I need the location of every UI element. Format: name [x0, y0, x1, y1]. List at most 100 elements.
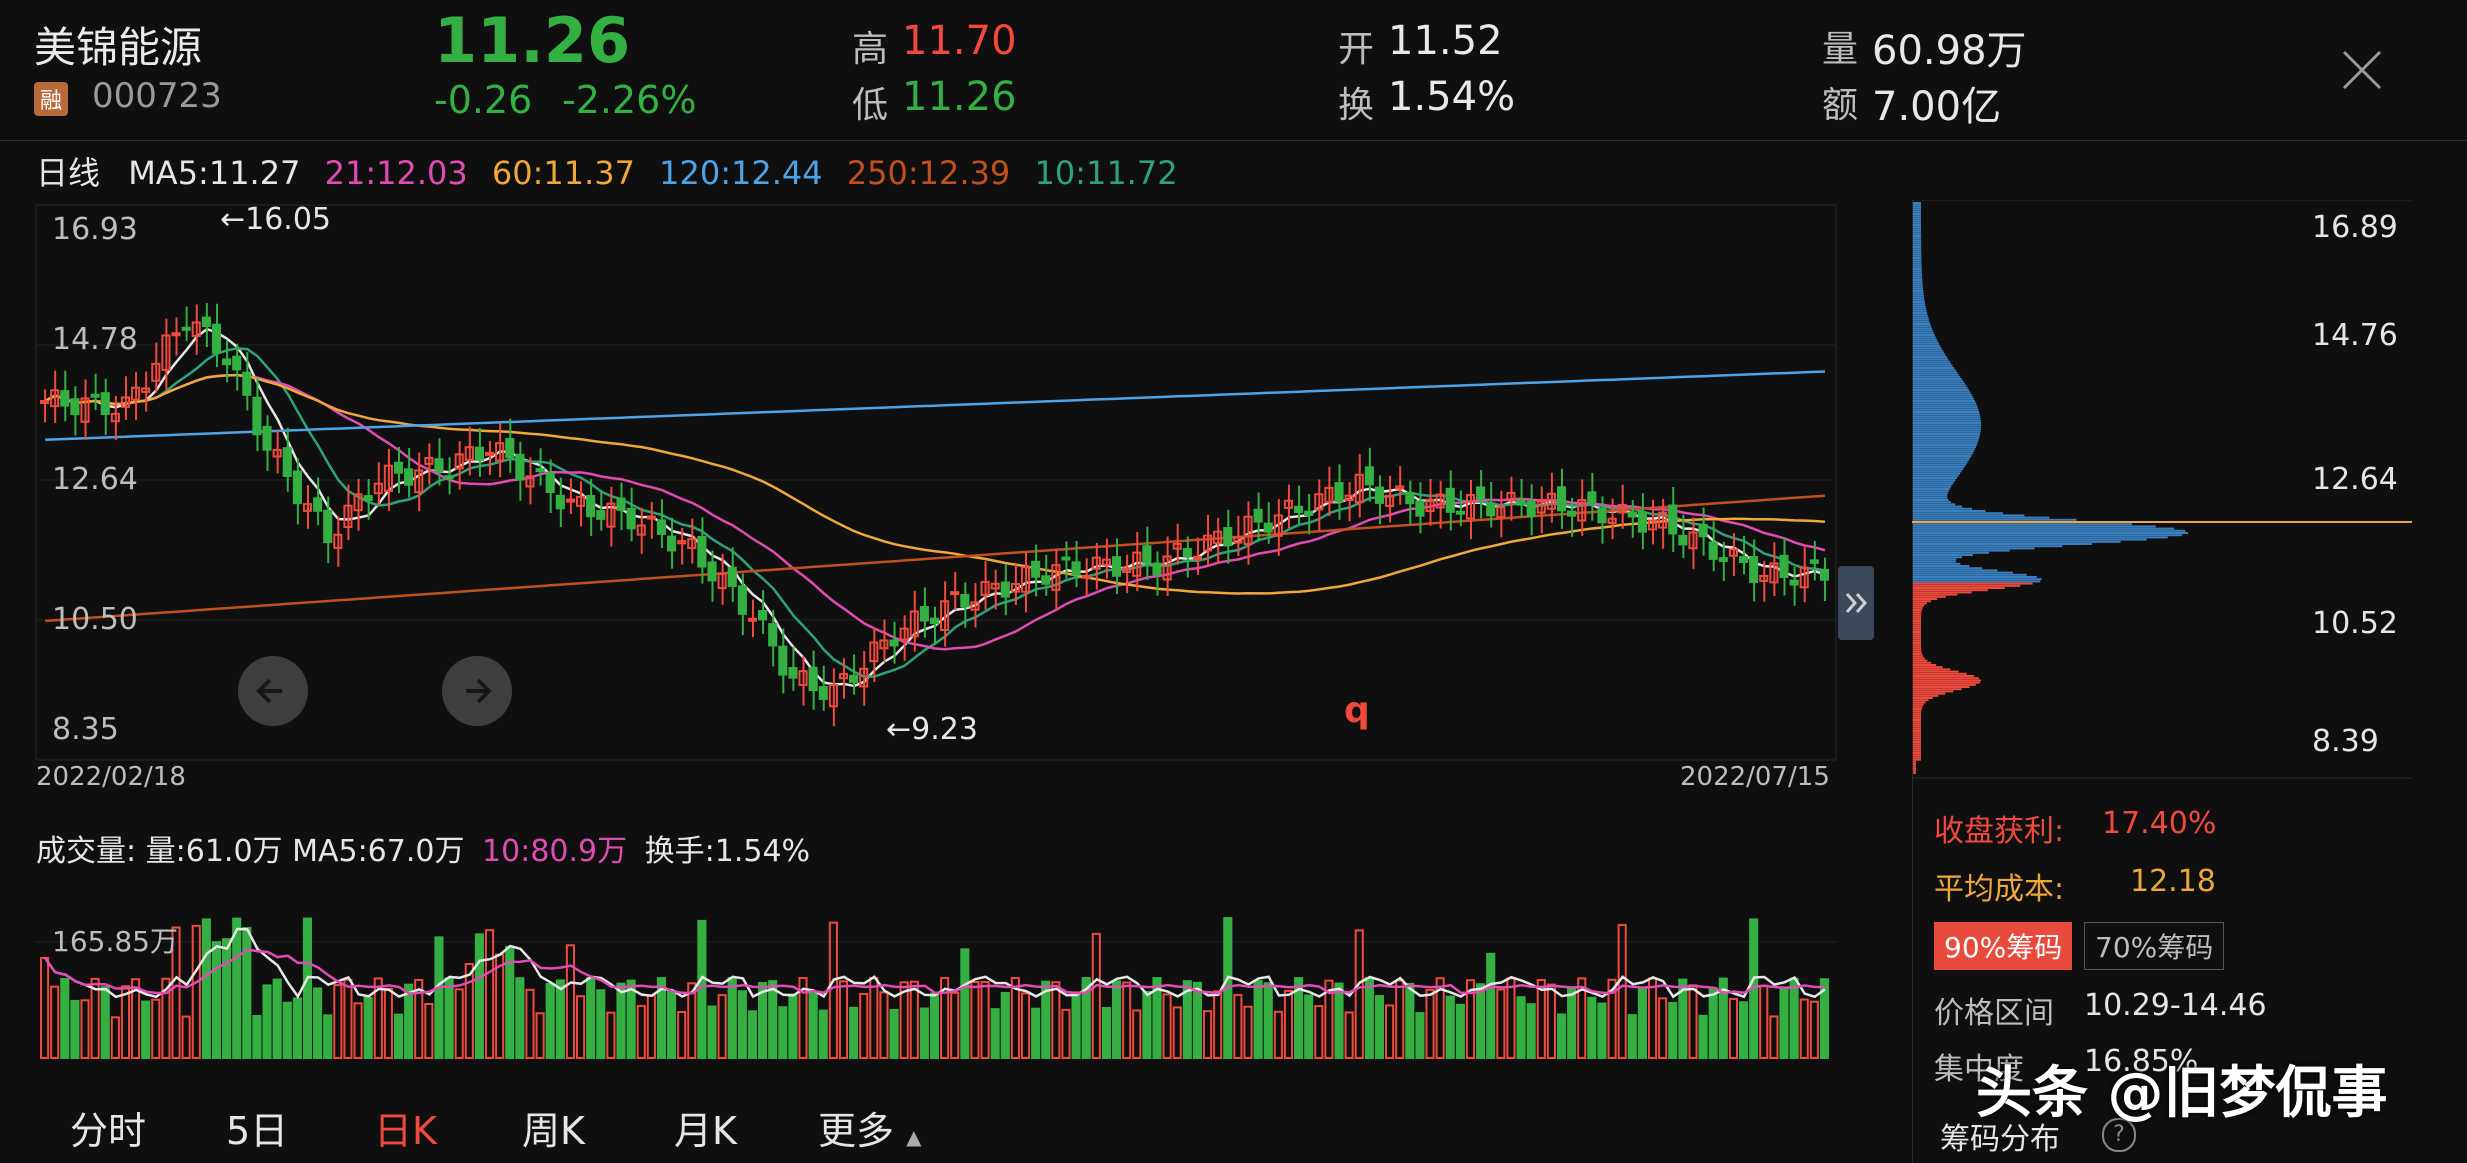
chip-bar — [1913, 485, 1952, 488]
volume-bar — [110, 1016, 120, 1059]
chip-bar — [1913, 290, 1924, 292]
volume-bar — [1425, 988, 1435, 1059]
chip-bar — [1913, 215, 1922, 218]
tab-weekly-k[interactable]: 周K — [522, 1100, 585, 1155]
chip-bar — [1913, 327, 1932, 330]
volume-bar — [1233, 993, 1243, 1059]
volume-bar — [1172, 1006, 1182, 1060]
chip-bar — [1913, 373, 1959, 376]
chip-bar — [1913, 439, 1979, 442]
chip-bar — [1913, 646, 1922, 649]
tab-daily-k[interactable]: 日K — [374, 1100, 437, 1155]
chip-bar — [1913, 758, 1921, 761]
chip-bar — [1913, 237, 1922, 240]
volume-bar — [1111, 980, 1122, 1059]
candle-body — [1556, 486, 1567, 512]
volume-bar — [120, 985, 131, 1059]
chip-bar — [1913, 375, 1961, 378]
chip-bar — [1913, 444, 1977, 446]
chip-bar — [1913, 584, 2021, 587]
candle-body — [1415, 500, 1425, 517]
candle-body — [1637, 511, 1647, 533]
chip-bar — [1913, 562, 1961, 565]
chip-bar — [1913, 270, 1922, 273]
chip-bar — [1913, 505, 1963, 508]
chip-bar — [1913, 545, 2063, 548]
ma120-line — [45, 370, 1825, 442]
chip-bar — [1913, 741, 1921, 743]
chip-bar — [1913, 259, 1922, 262]
chip-90-button[interactable]: 90%筹码 — [1934, 922, 2073, 970]
chip-bar — [1913, 765, 1916, 768]
expand-panel-handle[interactable] — [1838, 566, 1874, 640]
chip-bar — [1913, 347, 1942, 350]
chip-bar — [1913, 510, 1986, 512]
volume-bar — [1051, 981, 1061, 1059]
volume-bar — [1789, 977, 1799, 1060]
chip-bar — [1913, 529, 2186, 532]
volume-bar — [1799, 998, 1809, 1060]
chip-bar — [1913, 670, 1959, 673]
chip-bar — [1913, 701, 1926, 704]
chip-bar — [1913, 749, 1921, 752]
volume-bar — [1344, 1011, 1354, 1060]
candle-body — [1749, 555, 1759, 583]
candle-body — [1031, 560, 1041, 578]
volume-bar — [474, 933, 484, 1059]
volume-bar — [515, 977, 525, 1060]
current-price: 11.26 — [434, 4, 631, 77]
tab-monthly-k[interactable]: 月K — [674, 1100, 737, 1155]
price-change-pct: -2.26% — [562, 78, 697, 122]
low-value: 11.26 — [902, 74, 1017, 120]
open-label: 开 — [1338, 29, 1375, 70]
candle-body — [929, 617, 940, 625]
chip-bar — [1913, 325, 1932, 328]
candle-body — [1809, 559, 1819, 564]
tab-5day[interactable]: 5日 — [226, 1100, 288, 1155]
ma5-legend: MA5:11.27 — [128, 154, 301, 192]
volume-bar — [272, 978, 282, 1059]
volume-bar — [40, 957, 50, 1059]
volume-bar — [1263, 982, 1273, 1059]
chip-bar — [1913, 318, 1929, 321]
chip-bar — [1913, 472, 1961, 475]
candle-body — [1152, 562, 1162, 576]
tab-more[interactable]: 更多 ▲ — [818, 1100, 922, 1155]
chip-bar — [1913, 703, 1924, 706]
chip-70-button[interactable]: 70%筹码 — [2084, 922, 2225, 970]
volume-bar — [1415, 1012, 1425, 1060]
scroll-right-button[interactable] — [442, 656, 512, 726]
chip-bar — [1913, 699, 1929, 702]
chip-bar — [1913, 481, 1954, 484]
scroll-left-button[interactable] — [238, 656, 308, 726]
chip-bar — [1913, 637, 1922, 640]
max-price-annotation: ←16.05 — [220, 202, 332, 237]
volume-bar — [717, 994, 727, 1059]
candle-body — [232, 355, 242, 371]
chip-bar — [1913, 587, 2005, 589]
volume-tick: 165.85万 — [52, 925, 178, 958]
chip-bar — [1913, 642, 1922, 644]
chip-bar — [1913, 345, 1941, 347]
volume-bar — [1708, 987, 1718, 1059]
chip-bar — [1913, 754, 1921, 757]
candle-body — [1819, 568, 1829, 581]
candle-body — [363, 495, 373, 502]
chip-bar — [1913, 210, 1922, 213]
y-tick-2: 14.78 — [52, 322, 138, 357]
volume-bar — [201, 918, 211, 1059]
close-icon[interactable] — [2340, 48, 2384, 92]
volume-bar — [141, 1000, 151, 1059]
chip-bar — [1913, 549, 2010, 552]
chip-bar — [1913, 732, 1921, 735]
volume-bar — [1516, 996, 1526, 1060]
chip-bar — [1913, 686, 1970, 688]
volume-bar — [333, 984, 343, 1059]
tab-intraday[interactable]: 分时 — [70, 1100, 146, 1155]
volume-bar — [1445, 995, 1455, 1059]
candle-body — [211, 323, 222, 354]
chip-bar — [1913, 294, 1924, 297]
volume-bar — [1020, 992, 1031, 1060]
volume-chart[interactable] — [0, 840, 1850, 1060]
candle-body — [1182, 548, 1192, 558]
